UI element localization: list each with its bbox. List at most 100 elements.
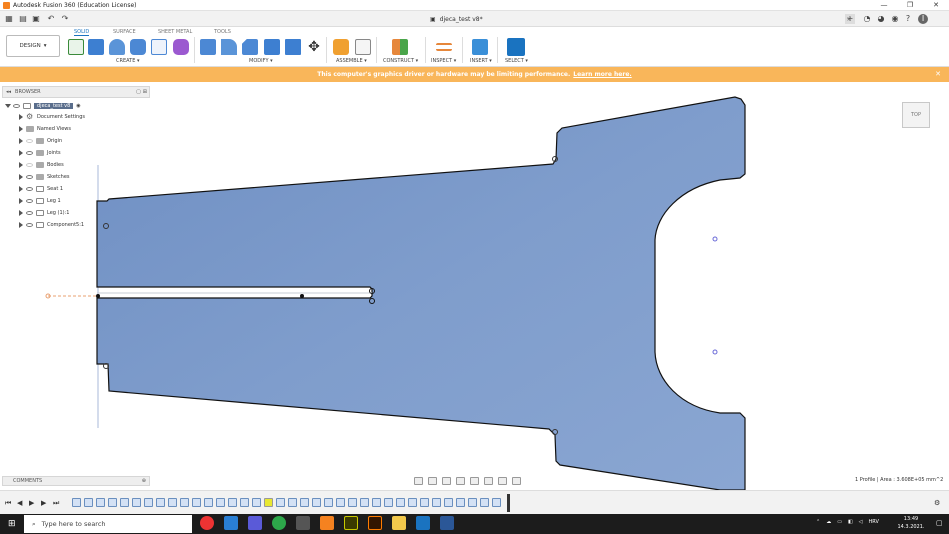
redo-icon[interactable]: ↷ (60, 14, 70, 24)
windows-start-icon[interactable]: ⊞ (8, 519, 16, 529)
fillet-icon[interactable] (221, 39, 237, 55)
assemble-menu[interactable]: ASSEMBLE ▾ (336, 58, 367, 64)
add-comment-icon[interactable]: ⊕ (142, 478, 149, 484)
browser-item-seat-1[interactable]: Seat 1 (19, 184, 63, 194)
browser-pin-icon[interactable]: ▢ (136, 89, 141, 95)
close-window-button[interactable]: ✕ (923, 1, 949, 9)
browser-item-origin[interactable]: Origin (19, 136, 62, 146)
battery-icon[interactable]: ▭ (837, 519, 842, 525)
timeline-feature[interactable] (276, 498, 285, 507)
step-back-icon[interactable]: ◀ (17, 499, 22, 507)
timeline-feature[interactable] (336, 498, 345, 507)
timeline-feature[interactable] (228, 498, 237, 507)
help-icon[interactable]: ? (903, 14, 913, 24)
visibility-eye-icon[interactable] (26, 139, 33, 143)
chevron-up-icon[interactable]: ⌃ (816, 519, 820, 525)
notifications-icon[interactable]: ◉ (890, 14, 900, 24)
save-icon[interactable]: ▣ (31, 14, 41, 24)
timeline-feature[interactable] (156, 498, 165, 507)
timeline-feature[interactable] (204, 498, 213, 507)
visibility-eye-icon[interactable] (13, 104, 20, 108)
visibility-eye-icon[interactable] (26, 151, 33, 155)
look-at-icon[interactable] (428, 477, 437, 485)
go-to-start-icon[interactable]: ⏮ (5, 499, 11, 508)
hole-icon[interactable] (130, 39, 146, 55)
timeline-feature[interactable] (144, 498, 153, 507)
comments-panel[interactable]: COMMENTS ⊕ (2, 476, 150, 486)
timeline-feature[interactable] (240, 498, 249, 507)
browser-item-leg-1[interactable]: Leg 1 (19, 196, 61, 206)
measure-icon[interactable] (436, 43, 452, 51)
word-icon[interactable] (440, 516, 454, 530)
viewcube[interactable]: TOP (902, 102, 930, 128)
go-to-end-icon[interactable]: ⏭ (53, 499, 59, 508)
timeline-feature[interactable] (300, 498, 309, 507)
visibility-eye-icon[interactable] (26, 211, 33, 215)
timeline-feature[interactable] (108, 498, 117, 507)
timeline-feature[interactable] (168, 498, 177, 507)
app-icon[interactable] (248, 516, 262, 530)
timeline-feature[interactable] (396, 498, 405, 507)
step-forward-icon[interactable]: ▶ (41, 499, 46, 507)
timeline-feature[interactable] (252, 498, 261, 507)
browser-item-named-views[interactable]: Named Views (19, 124, 71, 134)
construct-menu[interactable]: CONSTRUCT ▾ (383, 58, 418, 64)
timeline-feature[interactable] (384, 498, 393, 507)
browser-item-joints[interactable]: Joints (19, 148, 61, 158)
browser-item-leg-1-1[interactable]: Leg (1):1 (19, 208, 70, 218)
pan-icon[interactable] (442, 477, 451, 485)
combine-icon[interactable] (285, 39, 301, 55)
browser-root-node[interactable]: djeca_test v8 ◉ (5, 101, 81, 111)
zoom-icon[interactable] (456, 477, 465, 485)
timeline-feature[interactable] (360, 498, 369, 507)
expand-arrow-icon[interactable] (19, 186, 23, 192)
expand-arrow-icon[interactable] (19, 150, 23, 156)
timeline-settings-icon[interactable]: ⚙ (934, 499, 940, 507)
new-component-icon[interactable] (333, 39, 349, 55)
network-icon[interactable]: ◧ (848, 519, 853, 525)
app-icon[interactable] (296, 516, 310, 530)
orbit-icon[interactable] (414, 477, 423, 485)
timeline-feature[interactable] (312, 498, 321, 507)
extensions-icon[interactable]: ◔ (862, 14, 872, 24)
play-icon[interactable]: ▶ (29, 499, 34, 507)
notification-center-icon[interactable]: ▢ (936, 519, 943, 527)
close-tab-icon[interactable]: ✕ (847, 16, 852, 23)
timeline-feature[interactable] (288, 498, 297, 507)
timeline-feature[interactable] (468, 498, 477, 507)
chrome-icon[interactable] (200, 516, 214, 530)
timeline-feature[interactable] (324, 498, 333, 507)
timeline-feature[interactable] (120, 498, 129, 507)
arc-center-point[interactable] (712, 349, 718, 355)
browser-item-component5[interactable]: Component5:1 (19, 220, 84, 230)
create-menu[interactable]: CREATE ▾ (116, 58, 139, 64)
sketch-point[interactable] (300, 294, 304, 298)
timeline-feature[interactable] (432, 498, 441, 507)
timeline-feature[interactable] (192, 498, 201, 507)
undo-icon[interactable]: ↶ (46, 14, 56, 24)
timeline-feature[interactable] (408, 498, 417, 507)
sketch-point[interactable] (96, 294, 100, 298)
job-status-icon[interactable]: ◕ (876, 14, 886, 24)
select-menu[interactable]: SELECT ▾ (505, 58, 528, 64)
press-pull-icon[interactable] (200, 39, 216, 55)
timeline-feature-selected[interactable] (264, 498, 273, 507)
expand-arrow-icon[interactable] (19, 210, 23, 216)
pattern-icon[interactable] (151, 39, 167, 55)
tab-tools[interactable]: TOOLS (214, 29, 231, 35)
timeline-feature[interactable] (444, 498, 453, 507)
expand-arrow-icon[interactable] (19, 174, 23, 180)
shell-icon[interactable] (264, 39, 280, 55)
arc-center-point[interactable] (712, 236, 718, 242)
taskbar-search-box[interactable]: ⌕ Type here to search (24, 515, 192, 533)
timeline-feature[interactable] (180, 498, 189, 507)
app-icon[interactable] (272, 516, 286, 530)
grid-settings-icon[interactable] (498, 477, 507, 485)
create-sketch-icon[interactable] (68, 39, 84, 55)
visibility-eye-icon[interactable] (26, 163, 33, 167)
revolve-icon[interactable] (109, 39, 125, 55)
visibility-eye-icon[interactable] (26, 223, 33, 227)
fusion-taskbar-icon[interactable] (320, 516, 334, 530)
timeline-feature[interactable] (456, 498, 465, 507)
visibility-eye-icon[interactable] (26, 199, 33, 203)
